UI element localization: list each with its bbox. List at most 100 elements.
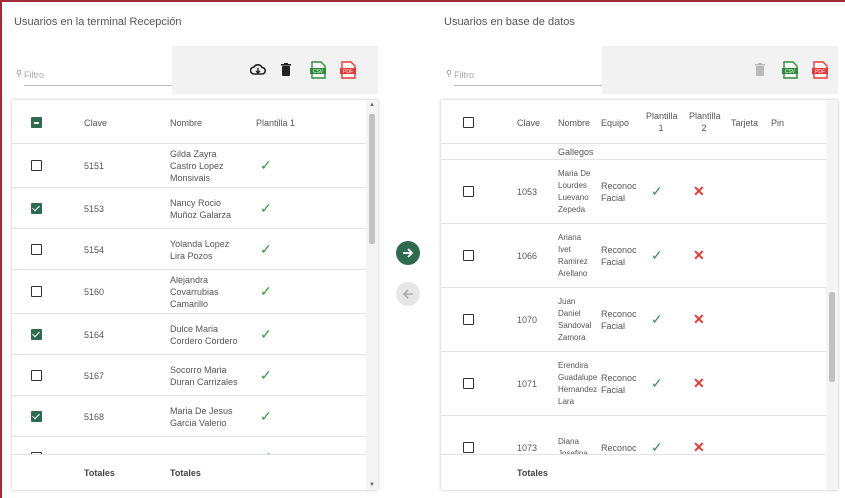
svg-text:PDF: PDF	[815, 69, 825, 75]
trash-icon[interactable]	[278, 62, 294, 78]
header-plantilla1[interactable]: Plantilla 1	[256, 117, 295, 129]
row-nombre-line: Garcia Valerio	[170, 417, 227, 428]
row-nombre-line: Yolanda Lopez	[170, 238, 230, 249]
header-clave[interactable]: Clave	[517, 117, 540, 129]
row-nombre-line: Gilda Zayra	[170, 149, 217, 159]
table-header: Clave Nombre Plantilla 1	[12, 100, 366, 144]
row-checkbox[interactable]	[463, 442, 474, 453]
transfer-left-button[interactable]	[396, 282, 420, 306]
row-checkbox[interactable]	[31, 328, 42, 340]
row-checkbox[interactable]	[31, 369, 42, 381]
header-tarjeta[interactable]: Tarjeta	[731, 117, 758, 129]
check-icon: ✓	[260, 325, 272, 342]
row-checkbox[interactable]	[31, 243, 42, 255]
scroll-down-icon[interactable]: ▼	[369, 482, 375, 488]
header-equipo[interactable]: Equipo	[601, 117, 629, 129]
row-nombre-line: Alejandra	[170, 275, 209, 285]
row-nombre-line: Ariana	[558, 233, 582, 242]
left-search-area: ⚲	[14, 46, 174, 94]
row-nombre-line: Lira Pozos	[170, 250, 213, 261]
row-clave: 1071	[517, 379, 538, 389]
row-equipo-line: Facial	[601, 257, 626, 267]
table-row[interactable]: 5151 Gilda Zayra Castro Lopez Monsivais ✓	[12, 144, 366, 188]
select-all-checkbox[interactable]	[31, 117, 42, 128]
row-checkbox[interactable]	[463, 314, 474, 325]
row-checkbox[interactable]	[31, 202, 42, 214]
transfer-right-button[interactable]	[396, 241, 420, 265]
header-nombre[interactable]: Nombre	[170, 117, 202, 129]
table-row[interactable]: 5167 Socorro Maria Duran Carrizales ✓	[12, 355, 366, 396]
row-checkbox[interactable]	[463, 186, 474, 197]
row-nombre-line: Maria De Jesus	[170, 405, 233, 416]
row-checkbox[interactable]	[31, 410, 42, 422]
right-scrollbar-thumb[interactable]	[829, 292, 835, 382]
cloud-download-icon[interactable]	[250, 62, 266, 78]
csv-icon[interactable]: CSV	[310, 61, 326, 79]
table-row[interactable]: 1066 Ariana Ivet Ramirez Arellano Reconoc Faci…	[441, 224, 826, 288]
select-all-checkbox[interactable]	[463, 117, 474, 128]
row-clave: 1070	[517, 315, 538, 325]
cross-icon: ✕	[693, 311, 705, 327]
row-nombre: Erendira Guadalupe Hernandez Lara	[558, 360, 597, 408]
row-checkbox[interactable]	[31, 160, 42, 171]
table-row[interactable]: 1071 Erendira Guadalupe Hernandez Lara Recono…	[441, 352, 826, 416]
row-nombre-line: Muñoz Galarza	[170, 209, 232, 220]
row-clave: 5167	[84, 370, 105, 381]
row-equipo-line: Reconoc	[601, 373, 637, 383]
left-table-footer: Totales Totales	[12, 454, 366, 490]
check-icon: ✓	[651, 375, 663, 391]
row-nombre-line: Cordero Cordero	[170, 335, 238, 346]
right-scrollbar[interactable]	[826, 100, 838, 490]
arrow-right-icon	[403, 248, 414, 258]
row-equipo: Reconoc Facial	[601, 372, 637, 396]
footer-totales-clave: Totales	[517, 468, 548, 478]
row-nombre-line: Maria De	[558, 169, 591, 178]
table-row[interactable]: 5168 Maria De Jesus Garcia Valerio ✓	[12, 396, 366, 437]
trash-icon[interactable]	[752, 62, 768, 78]
header-plantilla1[interactable]: Plantilla 1	[646, 110, 678, 134]
header-nombre[interactable]: Nombre	[558, 117, 590, 129]
right-toolbar: CSV PDF	[602, 46, 838, 94]
row-nombre-line: Zamora	[558, 333, 586, 342]
table-row[interactable]: 5164 Dulce Maria Cordero Cordero ✓	[12, 314, 366, 355]
row-checkbox[interactable]	[463, 250, 474, 261]
left-search-input[interactable]	[24, 64, 174, 86]
row-checkbox[interactable]	[463, 378, 474, 389]
scroll-up-icon[interactable]: ▲	[369, 102, 375, 108]
row-nombre-line: Diana	[558, 437, 579, 446]
row-nombre-line: Covarrubias	[170, 287, 219, 297]
left-toolbar: CSV PDF	[172, 46, 378, 94]
row-equipo-line: Facial	[601, 193, 626, 203]
row-nombre-line: Daniel	[558, 309, 581, 318]
table-row[interactable]: 1053 Maria De Lourdes Luevano Zepeda Reconoc F…	[441, 160, 826, 224]
table-row[interactable]: 5154 Yolanda Lopez Lira Pozos ✓	[12, 229, 366, 270]
csv-icon[interactable]: CSV	[782, 61, 798, 79]
row-nombre-line: Monsivais	[170, 173, 211, 183]
right-search-area: ⚲	[444, 46, 604, 94]
row-nombre-line: Guadalupe	[558, 373, 598, 382]
row-equipo-line: Reconoc	[601, 181, 637, 191]
row-nombre-line: Castro Lopez	[170, 161, 224, 171]
header-clave[interactable]: Clave	[84, 117, 107, 129]
pdf-icon[interactable]: PDF	[812, 61, 828, 79]
table-row[interactable]: 5160 Alejandra Covarrubias Camarillo ✓	[12, 270, 366, 314]
left-scrollbar[interactable]: ▲ ▼	[366, 100, 378, 490]
pdf-icon[interactable]: PDF	[340, 61, 356, 79]
right-users-table: Clave Nombre Equipo Plantilla 1 Plantilla…	[441, 100, 838, 490]
row-nombre-line: Dulce Maria	[170, 323, 219, 334]
right-search-input[interactable]	[454, 64, 604, 86]
table-row[interactable]: 5153 Nancy Rocio Muñoz Galarza ✓	[12, 188, 366, 229]
left-scrollbar-thumb[interactable]	[369, 114, 375, 244]
header-pin[interactable]: Pin	[771, 117, 784, 129]
row-nombre-line: Erendira	[558, 361, 589, 370]
row-checkbox[interactable]	[31, 286, 42, 297]
row-nombre: Dulce Maria Cordero Cordero	[170, 323, 238, 347]
header-plantilla2[interactable]: Plantilla 2	[689, 110, 721, 134]
table-row[interactable]: 1070 Juan Daniel Sandoval Zamora Reconoc Facia…	[441, 288, 826, 352]
row-equipo: Reconoc Facial	[601, 308, 637, 332]
svg-text:CSV: CSV	[785, 69, 796, 75]
footer-totales-nombre: Totales	[170, 468, 201, 478]
row-nombre-line: Camarillo	[170, 299, 209, 309]
check-icon: ✓	[651, 247, 663, 263]
arrow-left-icon	[402, 289, 413, 299]
